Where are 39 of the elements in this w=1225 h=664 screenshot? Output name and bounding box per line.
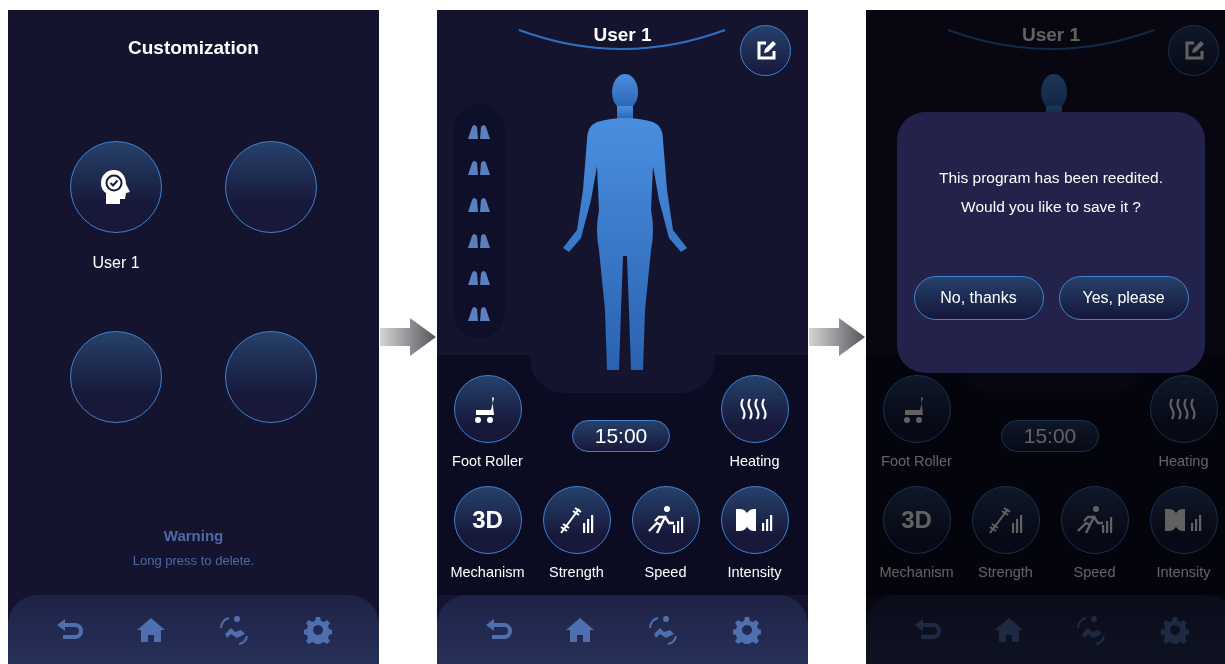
warning-title: Warning bbox=[162, 527, 225, 544]
control-label: Foot Roller bbox=[881, 452, 952, 470]
control-label: Intensity bbox=[1156, 563, 1211, 581]
back-icon[interactable] bbox=[55, 617, 86, 642]
dialog-message: Would you like to save it ? bbox=[961, 197, 1141, 217]
settings-icon[interactable] bbox=[732, 615, 761, 644]
arrow-icon bbox=[809, 318, 865, 356]
timer-display: 15:00 bbox=[1001, 420, 1099, 452]
control-label: Intensity bbox=[727, 563, 782, 581]
runner-icon bbox=[1075, 505, 1114, 535]
dumbbell-icon bbox=[987, 505, 1024, 535]
control-label: Speed bbox=[644, 563, 687, 581]
control-label: Mechanism bbox=[450, 563, 525, 581]
control-label: Strength bbox=[549, 563, 604, 581]
dialog-button[interactable]: Yes, please bbox=[1058, 276, 1189, 320]
profile-label: User 1 bbox=[92, 253, 140, 273]
timer-display: 15:00 bbox=[572, 420, 670, 452]
screen-title: Customization bbox=[127, 36, 260, 60]
control-label: Foot Roller bbox=[452, 452, 523, 470]
screen-title: User 1 bbox=[1021, 24, 1081, 46]
dumbbell-icon bbox=[558, 505, 595, 535]
arrow-icon bbox=[380, 318, 436, 356]
home-icon[interactable] bbox=[565, 616, 596, 643]
control-label: Strength bbox=[978, 563, 1033, 581]
user-head-icon bbox=[100, 169, 132, 205]
edit-button[interactable] bbox=[740, 25, 791, 76]
control-label: Heating bbox=[1158, 452, 1209, 470]
warning-text: Long press to delete. bbox=[131, 553, 256, 568]
back-icon[interactable] bbox=[484, 617, 515, 642]
runner-icon bbox=[646, 505, 685, 535]
dialog-message: This program has been reedited. bbox=[939, 168, 1163, 188]
control-label: Mechanism bbox=[879, 563, 954, 581]
settings-icon[interactable] bbox=[303, 615, 332, 644]
home-icon[interactable] bbox=[136, 616, 167, 643]
control-label: Speed bbox=[1073, 563, 1116, 581]
dialog-button[interactable]: No, thanks bbox=[913, 276, 1044, 320]
control-label: Heating bbox=[729, 452, 780, 470]
screen-title: User 1 bbox=[593, 24, 652, 46]
control-button[interactable]: 3D bbox=[453, 486, 522, 554]
